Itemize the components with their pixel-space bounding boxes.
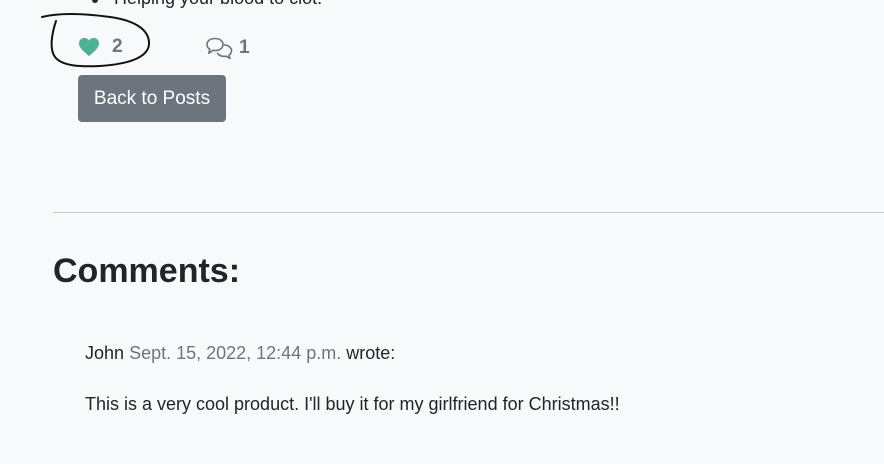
list-item-text: Helping your blood to clot.	[114, 0, 322, 9]
comments-icon	[206, 37, 233, 60]
like-count: 2	[112, 36, 123, 57]
section-divider	[53, 212, 884, 213]
bullet-dot	[92, 0, 98, 3]
comment-date: Sept. 15, 2022, 12:44 p.m.	[129, 343, 342, 363]
back-to-posts-button[interactable]: Back to Posts	[78, 75, 226, 122]
post-detail-page: Helping your blood to clot. 2 1 Back to …	[0, 0, 884, 464]
comments-button[interactable]: 1	[205, 36, 250, 60]
comments-heading: Comments:	[53, 252, 241, 290]
like-button[interactable]: 2	[78, 36, 123, 58]
comment-body: This is a very cool product. I'll buy it…	[85, 394, 620, 414]
comment-header: John Sept. 15, 2022, 12:44 p.m. wrote:	[85, 343, 395, 364]
heart-icon	[79, 37, 99, 57]
comment-wrote-label: wrote:	[346, 343, 396, 363]
comments-count: 1	[239, 37, 250, 58]
comment-author: John	[85, 343, 125, 363]
